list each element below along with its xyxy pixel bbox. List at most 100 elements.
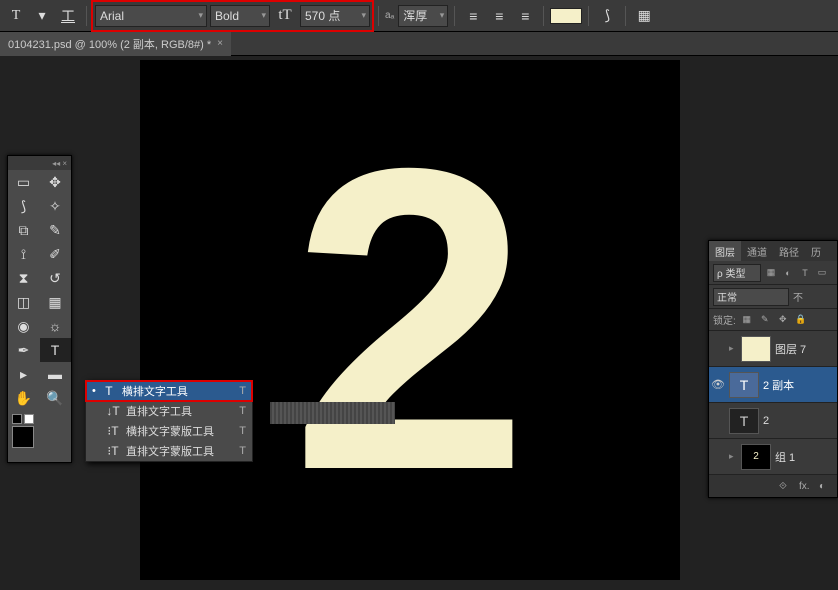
link-icon: ▸: [729, 343, 737, 354]
shape-tool[interactable]: ▬: [40, 362, 71, 386]
zoom-tool[interactable]: 🔍: [40, 386, 71, 410]
text-options-bar: T ▾ 工 Arial Bold tT 570 点 aₐ 浑厚 ≡ ≡ ≡ ⟆ …: [0, 0, 838, 32]
filter-image-icon[interactable]: ▦: [764, 266, 778, 280]
lock-label: 锁定:: [713, 312, 736, 327]
flyout-shortcut: T: [239, 425, 246, 437]
mask-icon[interactable]: ◐: [819, 481, 833, 492]
visibility-icon[interactable]: 👁: [711, 378, 725, 391]
foreground-color-swatch[interactable]: [12, 426, 34, 448]
fx-icon[interactable]: fx.: [799, 481, 813, 492]
eraser-tool[interactable]: ◫: [8, 290, 39, 314]
aa-label: aₐ: [385, 10, 394, 21]
expand-icon[interactable]: ▸: [729, 451, 737, 462]
layer-name: 图层 7: [775, 341, 806, 357]
font-size-value: 570 点: [305, 7, 340, 24]
tab-paths[interactable]: 路径: [773, 241, 805, 261]
selection-marquee: [270, 402, 395, 424]
close-icon[interactable]: ×: [217, 38, 223, 49]
type-tool[interactable]: T: [40, 338, 71, 362]
type-tool-flyout: • T 横排文字工具 T ↓T 直排文字工具 T ⁝T 横排文字蒙版工具 T ⁝…: [85, 380, 253, 462]
history-brush-tool[interactable]: ↺: [40, 266, 71, 290]
crop-tool[interactable]: ⧉: [8, 218, 39, 242]
document-tab[interactable]: 0104231.psd @ 100% (2 副本, RGB/8#) * ×: [0, 32, 231, 56]
tab-channels[interactable]: 通道: [741, 241, 773, 261]
lock-image-icon[interactable]: ✎: [758, 313, 772, 327]
swap-colors-icon[interactable]: [24, 414, 34, 424]
warp-text-icon[interactable]: ⟆: [595, 4, 619, 28]
text-color-swatch[interactable]: [550, 8, 582, 24]
pen-tool[interactable]: ✒: [8, 338, 39, 362]
link-layers-icon[interactable]: ⟐: [779, 481, 793, 492]
blend-mode-dropdown[interactable]: 正常: [713, 288, 789, 306]
layer-thumbnail[interactable]: T: [729, 372, 759, 398]
layer-row[interactable]: ▸ 2 组 1: [709, 439, 837, 475]
font-family-dropdown[interactable]: Arial: [95, 5, 207, 27]
anti-alias-dropdown[interactable]: 浑厚: [398, 5, 448, 27]
type-mask-icon: ⁝T: [106, 444, 120, 458]
align-left-icon[interactable]: ≡: [461, 4, 485, 28]
layer-row[interactable]: 👁 T 2 副本: [709, 367, 837, 403]
align-right-icon[interactable]: ≡: [513, 4, 537, 28]
font-group-highlight: Arial Bold tT 570 点: [93, 2, 372, 30]
brush-tool[interactable]: ✐: [40, 242, 71, 266]
flyout-horizontal-mask[interactable]: ⁝T 横排文字蒙版工具 T: [86, 421, 252, 441]
type-icon: ↓T: [106, 404, 120, 418]
flyout-label: 直排文字工具: [126, 403, 192, 419]
filter-shape-icon[interactable]: ▭: [815, 266, 829, 280]
layers-lock-bar: 锁定: ▦ ✎ ✥ 🔒: [709, 309, 837, 331]
flyout-label: 横排文字蒙版工具: [126, 423, 214, 439]
layers-footer: ⟐ fx. ◐: [709, 475, 837, 497]
layer-name: 2: [763, 415, 769, 427]
layer-thumbnail[interactable]: 2: [741, 444, 771, 470]
tools-panel-header[interactable]: ◂◂ ×: [8, 156, 71, 170]
blur-tool[interactable]: ◉: [8, 314, 39, 338]
filter-kind-dropdown[interactable]: ρ 类型: [713, 264, 761, 282]
anti-alias-value: 浑厚: [403, 7, 427, 24]
layer-row[interactable]: T 2: [709, 403, 837, 439]
layer-thumbnail[interactable]: [741, 336, 771, 362]
layer-thumbnail[interactable]: T: [729, 408, 759, 434]
healing-brush-tool[interactable]: ⟟: [8, 242, 39, 266]
hand-tool[interactable]: ✋: [8, 386, 39, 410]
flyout-shortcut: T: [239, 405, 246, 417]
flyout-vertical-mask[interactable]: ⁝T 直排文字蒙版工具 T: [86, 441, 252, 461]
canvas[interactable]: 2: [140, 60, 680, 580]
path-selection-tool[interactable]: ▸: [8, 362, 39, 386]
filter-type-icon[interactable]: T: [798, 266, 812, 280]
lock-position-icon[interactable]: ✥: [776, 313, 790, 327]
layer-row[interactable]: ▸ 图层 7: [709, 331, 837, 367]
move-tool[interactable]: ✥: [40, 170, 71, 194]
eyedropper-tool[interactable]: ✎: [40, 218, 71, 242]
default-colors-icon[interactable]: [12, 414, 22, 424]
font-family-value: Arial: [100, 9, 124, 23]
type-vertical-icon[interactable]: 工: [56, 4, 80, 28]
filter-adjust-icon[interactable]: ◐: [781, 266, 795, 280]
type-orientation-icon[interactable]: ▾: [30, 4, 54, 28]
lasso-tool[interactable]: ⟆: [8, 194, 39, 218]
type-tool-icon[interactable]: T: [4, 4, 28, 28]
document-tab-bar: 0104231.psd @ 100% (2 副本, RGB/8#) * ×: [0, 32, 838, 56]
font-size-dropdown[interactable]: 570 点: [300, 5, 370, 27]
bullet-icon: •: [92, 385, 96, 397]
color-swatches: [8, 410, 71, 462]
flyout-label: 直排文字蒙版工具: [126, 443, 214, 459]
type-mask-icon: ⁝T: [106, 424, 120, 438]
flyout-shortcut: T: [239, 385, 246, 397]
align-center-icon[interactable]: ≡: [487, 4, 511, 28]
lock-transparency-icon[interactable]: ▦: [740, 313, 754, 327]
character-panel-icon[interactable]: ▦: [632, 4, 656, 28]
layer-name: 2 副本: [763, 377, 794, 393]
marquee-tool[interactable]: ▭: [8, 170, 39, 194]
tab-layers[interactable]: 图层: [709, 241, 741, 261]
gradient-tool[interactable]: ▦: [40, 290, 71, 314]
flyout-vertical-type[interactable]: ↓T 直排文字工具 T: [86, 401, 252, 421]
magic-wand-tool[interactable]: ✧: [40, 194, 71, 218]
dodge-tool[interactable]: ☼: [40, 314, 71, 338]
lock-all-icon[interactable]: 🔒: [794, 313, 808, 327]
layers-panel: 图层 通道 路径 历 ρ 类型 ▦ ◐ T ▭ 正常 不 锁定: ▦ ✎ ✥ 🔒…: [708, 240, 838, 498]
flyout-horizontal-type[interactable]: • T 横排文字工具 T: [86, 381, 252, 401]
layers-tabs: 图层 通道 路径 历: [709, 241, 837, 261]
font-style-dropdown[interactable]: Bold: [210, 5, 270, 27]
tab-history[interactable]: 历: [805, 241, 827, 261]
clone-stamp-tool[interactable]: ⧗: [8, 266, 39, 290]
